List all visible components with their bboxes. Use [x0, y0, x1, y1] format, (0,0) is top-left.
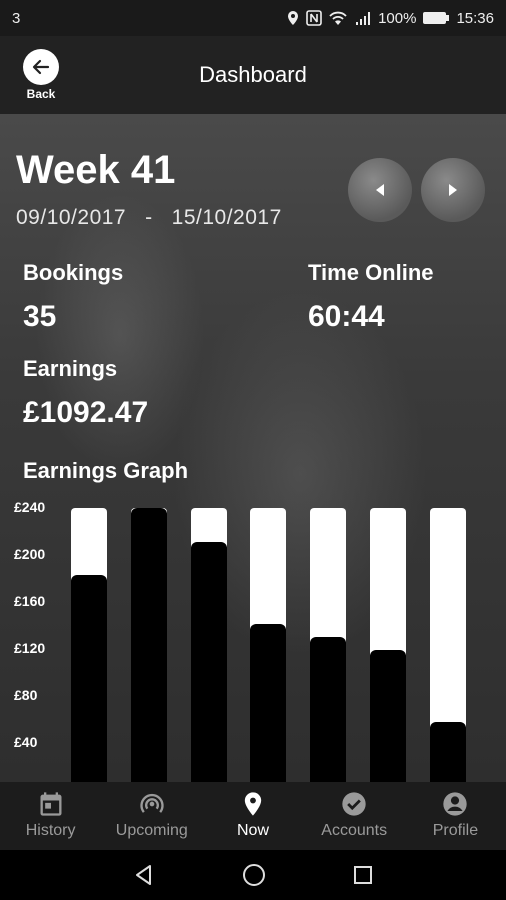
- y-axis-tick-label: £160: [14, 593, 46, 609]
- time-online-label: Time Online: [308, 260, 434, 285]
- bar-track: [429, 508, 466, 782]
- week-title: Week 41: [16, 148, 176, 192]
- earnings-label: Earnings: [23, 356, 118, 381]
- status-bar: 3 100% 15:36: [0, 0, 506, 36]
- y-axis-tick-label: £240: [14, 499, 46, 515]
- triangle-left-icon: [376, 184, 384, 196]
- nav-label-profile: Profile: [432, 822, 479, 839]
- nav-label-now: Now: [237, 822, 270, 839]
- wifi-status-icon: [329, 11, 347, 25]
- system-recents-icon[interactable]: [352, 864, 374, 886]
- location-status-icon: [288, 11, 299, 25]
- nav-label-accounts: Accounts: [321, 822, 388, 839]
- y-axis-tick-label: £40: [14, 734, 38, 750]
- bar: [310, 637, 347, 782]
- nav-label-upcoming: Upcoming: [115, 822, 188, 839]
- status-notification-count: 3: [12, 9, 21, 27]
- bar: [370, 650, 406, 782]
- bar: [250, 624, 287, 782]
- nav-item-profile[interactable]: Profile: [405, 782, 506, 850]
- nfc-status-icon: [306, 10, 322, 26]
- earnings-value: £1092.47: [23, 396, 149, 429]
- time-online-value: 60:44: [308, 300, 385, 333]
- nav-item-accounts[interactable]: Accounts: [304, 782, 405, 850]
- battery-percent: 100%: [378, 9, 417, 27]
- bar: [130, 508, 167, 782]
- bookings-label: Bookings: [23, 260, 124, 285]
- bar: [429, 721, 466, 782]
- triangle-right-icon: [449, 184, 457, 196]
- signal-status-icon: [356, 12, 371, 25]
- week-range-separator: -: [145, 206, 153, 229]
- broadcast-icon: [140, 793, 164, 813]
- bottom-navigation: History Upcoming Now Accounts Profile: [0, 782, 506, 850]
- y-axis-tick-label: £200: [14, 546, 46, 562]
- battery-icon: [423, 12, 450, 24]
- bar-track: [190, 508, 227, 782]
- bar-track: [130, 508, 167, 782]
- bar: [71, 574, 107, 782]
- week-end-date: 15/10/2017: [171, 206, 282, 229]
- bar-track: [250, 508, 287, 782]
- y-axis-tick-label: £80: [14, 687, 38, 703]
- bar-track: [71, 508, 107, 782]
- next-week-button[interactable]: [421, 158, 485, 222]
- back-label: Back: [26, 87, 56, 101]
- app-bar: Back Dashboard: [0, 36, 506, 114]
- system-home-icon[interactable]: [241, 862, 267, 888]
- status-icons: 100% 15:36: [286, 10, 494, 27]
- bar: [190, 542, 227, 782]
- bookings-value: 35: [23, 300, 57, 333]
- system-navigation-bar: [0, 850, 506, 900]
- page-title: Dashboard: [199, 62, 307, 87]
- week-start-date: 09/10/2017: [16, 206, 127, 229]
- nav-item-history[interactable]: History: [0, 782, 101, 850]
- previous-week-button[interactable]: [348, 158, 412, 222]
- bar-track: [310, 508, 347, 782]
- nav-label-history: History: [25, 822, 76, 839]
- week-date-range: 09/10/2017 - 15/10/2017: [16, 206, 282, 230]
- bar-track: [370, 508, 406, 782]
- y-axis-tick-label: £120: [14, 640, 46, 656]
- system-back-icon[interactable]: [132, 863, 156, 887]
- account-circle-icon: [443, 792, 468, 816]
- nav-item-upcoming[interactable]: Upcoming: [101, 782, 202, 850]
- location-pin-icon: [244, 792, 262, 816]
- status-time: 15:36: [456, 9, 494, 27]
- earnings-graph-title: Earnings Graph: [23, 458, 189, 483]
- check-circle-icon: [342, 792, 366, 816]
- nav-item-now[interactable]: Now: [202, 782, 303, 850]
- calendar-icon: [40, 792, 62, 816]
- dashboard-content: Week 41 09/10/2017 - 15/10/2017 Bookings…: [0, 114, 506, 782]
